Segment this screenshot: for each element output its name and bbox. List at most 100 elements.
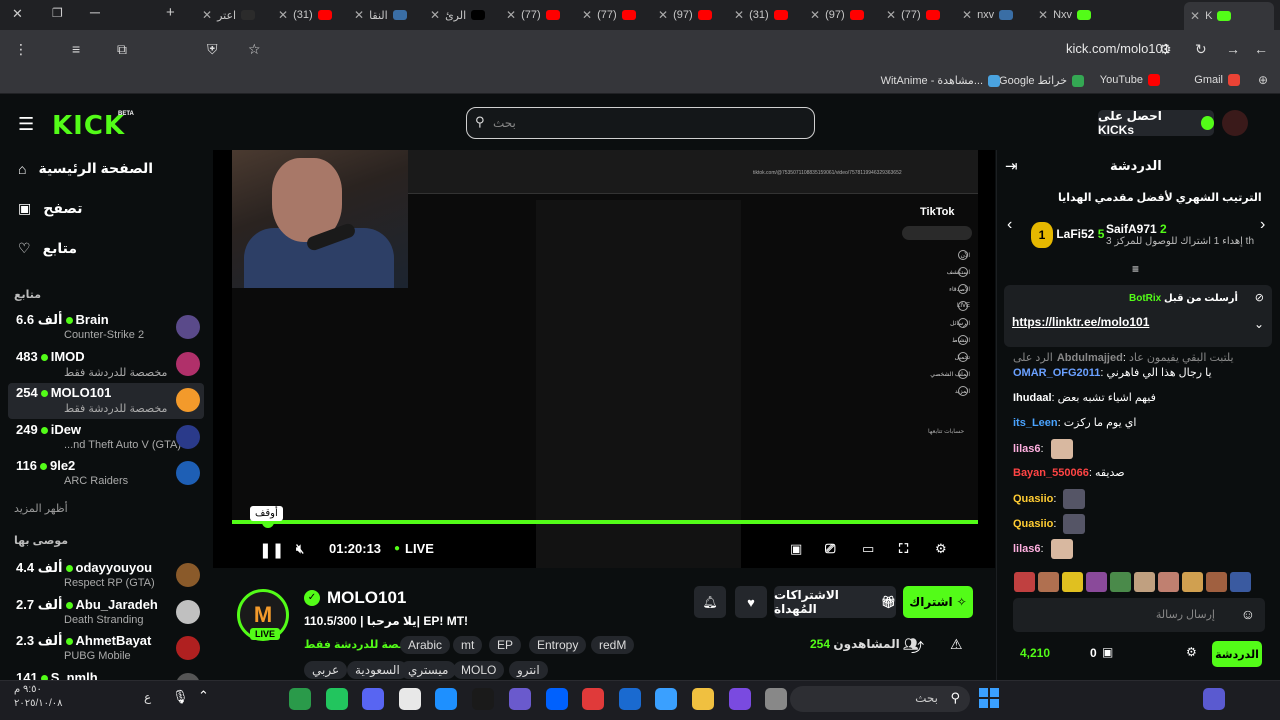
close-tab-icon[interactable]: ✕	[202, 8, 212, 22]
chat-message[interactable]: its_Leen: اي يوم ما ركزت	[1013, 416, 1136, 429]
gifter-2[interactable]: SaifA971 2 إهداء 1 اشتراك للوصول للمركز …	[1106, 222, 1254, 247]
chat-input[interactable]: إرسال رسالة ☺	[1013, 598, 1265, 632]
stream-tag[interactable]: عربي	[304, 661, 348, 679]
taskbar-app-icon[interactable]	[582, 688, 604, 710]
chat-message[interactable]: Quasiio:	[1013, 514, 1086, 534]
windows-start-icon[interactable]	[979, 688, 999, 708]
emote-row[interactable]	[1014, 572, 1251, 592]
nav-home[interactable]: ⌂ الصفحة الرئيسية	[18, 160, 153, 177]
close-tab-icon[interactable]: ✕	[506, 8, 516, 22]
chat-message[interactable]: Quasiio:	[1013, 489, 1086, 509]
taskbar-app-icon[interactable]	[326, 688, 348, 710]
taskbar-app-icon[interactable]	[362, 688, 384, 710]
sidebar-channel[interactable]: 2.7 ألف Abu_Jaradeh Death Stranding	[8, 595, 204, 631]
chat-username[interactable]: OMAR_OFG2011	[1013, 367, 1100, 379]
stream-tag[interactable]: redM	[591, 636, 635, 654]
browser-tab[interactable]: ✕ (31)	[728, 3, 800, 27]
taskbar-app-icon[interactable]	[1203, 688, 1225, 710]
address-bar[interactable]: kick.com/molo101	[1066, 41, 1170, 56]
pause-icon[interactable]: ❚❚	[259, 541, 284, 559]
shield-icon[interactable]: ⛨	[207, 41, 218, 58]
chat-message[interactable]: lilas6:	[1013, 539, 1073, 559]
notifications-button[interactable]: 🔔︎	[694, 586, 726, 618]
chat-message[interactable]: OMAR_OFG2011: يا رجال هذا الي فاهرني	[1013, 366, 1212, 379]
back-icon[interactable]: ←	[1254, 41, 1268, 57]
chat-username[interactable]: Quasiio	[1013, 493, 1053, 505]
emoji-icon[interactable]: ☺	[1241, 606, 1255, 622]
expand-icon[interactable]: ≡	[1132, 262, 1139, 276]
close-tab-icon[interactable]: ✕	[962, 8, 972, 22]
menu-dots-icon[interactable]: ⋮	[14, 41, 28, 58]
reload-icon[interactable]: ↻	[1195, 41, 1207, 58]
sidebar-channel[interactable]: 6.6 ألف Brain Counter-Strike 2	[8, 310, 204, 346]
chat-message[interactable]: الرد على Abdulmajjed: يلتبت البقي يفيمون …	[1013, 351, 1234, 364]
chevron-up-icon[interactable]: ⌃	[198, 688, 209, 704]
emote-option[interactable]	[1158, 572, 1179, 592]
browser-tab[interactable]: ✕ (77)	[576, 3, 648, 27]
taskbar-app-icon[interactable]	[435, 688, 457, 710]
taskbar-app-icon[interactable]	[765, 688, 787, 710]
close-tab-icon[interactable]: ✕	[734, 8, 744, 22]
sidebar-channel[interactable]: 116 9le2 ARC Raiders	[8, 456, 204, 492]
bookmark-item[interactable]: WitAnime - مشاهدة...	[881, 74, 1000, 87]
prev-icon[interactable]: ‹	[1007, 216, 1012, 234]
restore-window-icon[interactable]: ❐	[52, 6, 63, 20]
taskbar-app-icon[interactable]	[655, 688, 677, 710]
bookmark-item[interactable]: Google خرائط	[999, 74, 1084, 87]
settings-icon[interactable]: ⚙	[935, 541, 947, 557]
stream-tag[interactable]: EP	[489, 636, 522, 654]
close-tab-icon[interactable]: ✕	[278, 8, 288, 22]
emote-option[interactable]	[1086, 572, 1107, 592]
taskbar-search[interactable]: بحث ⚲	[790, 686, 970, 712]
user-avatar[interactable]	[1222, 110, 1248, 136]
kick-points[interactable]: 4,210	[1020, 646, 1050, 660]
chat-send-button[interactable]: الدردشة	[1212, 641, 1262, 667]
emote-option[interactable]	[1062, 572, 1083, 592]
collapse-chat-icon[interactable]: ⇥	[1005, 157, 1018, 175]
chat-settings-icon[interactable]: ⚙	[1186, 645, 1197, 659]
taskbar-app-icon[interactable]	[472, 688, 494, 710]
close-tab-icon[interactable]: ✕	[810, 8, 820, 22]
close-tab-icon[interactable]: ✕	[12, 6, 23, 22]
close-tab-icon[interactable]: ✕	[886, 8, 896, 22]
sidebar-channel[interactable]: 2.3 ألف AhmetBayat PUBG Mobile	[8, 631, 204, 667]
chat-message[interactable]: Bayan_550066: صديقه	[1013, 466, 1125, 479]
progress-bar[interactable]	[232, 520, 978, 524]
favorite-button[interactable]: ♥	[735, 586, 767, 618]
sidebar-channel[interactable]: 483 IMOD مخصصة للدردشة فقط	[8, 347, 204, 383]
globe-icon[interactable]: ⊕	[1258, 73, 1268, 87]
extensions-icon[interactable]: ⧉	[117, 41, 127, 58]
mini-player-icon[interactable]: ▣	[790, 541, 802, 557]
browser-tab[interactable]: ✕ nxv	[956, 3, 1028, 27]
emote-option[interactable]	[1110, 572, 1131, 592]
channel-name[interactable]: MOLO101	[327, 588, 406, 608]
bookmark-item[interactable]: Gmail	[1194, 74, 1240, 86]
stream-tag[interactable]: mt	[453, 636, 483, 654]
clip-icon[interactable]: ⎚	[825, 541, 835, 557]
emote-option[interactable]	[1230, 572, 1251, 592]
chat-message[interactable]: Ihudaal: فيهم اشياء تشبه بعض	[1013, 391, 1156, 404]
browser-tab[interactable]: ✕ (77)	[880, 3, 952, 27]
chat-message[interactable]: lilas6:	[1013, 439, 1073, 459]
browser-tab[interactable]: ✕ (31)	[272, 3, 344, 27]
follow-button[interactable]: اشتراك ✧	[903, 586, 973, 618]
taskbar-app-icon[interactable]	[509, 688, 531, 710]
show-more-link[interactable]: أظهر المزيد	[14, 502, 68, 515]
emote-option[interactable]	[1182, 572, 1203, 592]
report-icon[interactable]: ⚠	[950, 636, 963, 653]
taskbar-app-icon[interactable]	[289, 688, 311, 710]
close-tab-icon[interactable]: ✕	[354, 8, 364, 22]
taskbar-app-icon[interactable]	[729, 688, 751, 710]
nav-browse[interactable]: ▣ تصفح	[18, 200, 82, 217]
hamburger-menu-icon[interactable]: ☰	[18, 114, 34, 135]
chat-username[interactable]: its_Leen	[1013, 417, 1058, 429]
stream-tag[interactable]: MOLO	[453, 661, 505, 679]
next-icon[interactable]: ›	[1260, 216, 1265, 234]
chevron-down-icon[interactable]: ⌄	[1254, 317, 1264, 331]
tab-search-icon[interactable]: ≡	[72, 41, 80, 57]
browser-tab[interactable]: ✕ (97)	[652, 3, 724, 27]
browser-tab[interactable]: ✕ (97)	[804, 3, 876, 27]
close-tab-icon[interactable]: ✕	[1038, 8, 1048, 22]
sidebar-channel[interactable]: 254 MOLO101 مخصصة للدردشة فقط	[8, 383, 204, 419]
taskbar-app-icon[interactable]	[619, 688, 641, 710]
